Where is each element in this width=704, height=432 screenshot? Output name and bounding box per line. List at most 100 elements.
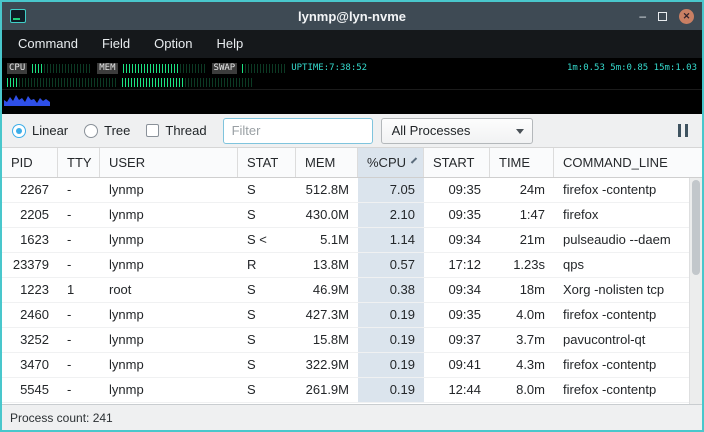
cell-time: 18m xyxy=(490,278,554,302)
column-header-tty[interactable]: TTY xyxy=(58,148,100,177)
cell-time: 1.23s xyxy=(490,253,554,277)
column-header-start[interactable]: START xyxy=(424,148,490,177)
cell-mem: 322.9M xyxy=(296,353,358,377)
cell-cpu: 0.57 xyxy=(358,253,424,277)
process-count-text: Process count: 241 xyxy=(10,411,113,425)
radio-linear-icon xyxy=(12,124,26,138)
cell-cpu: 0.19 xyxy=(358,328,424,352)
cell-stat: S xyxy=(238,378,296,402)
cell-mem: 15.8M xyxy=(296,328,358,352)
cell-cpu: 0.19 xyxy=(358,353,424,377)
monitor-row-2 xyxy=(2,75,702,89)
cell-tty: - xyxy=(58,228,100,252)
close-button[interactable]: ✕ xyxy=(679,9,694,24)
table-row[interactable]: 3252 - lynmp S 15.8M 0.19 09:37 3.7m pav… xyxy=(2,328,689,353)
cell-tty: - xyxy=(58,203,100,227)
table-row[interactable]: 2267 - lynmp S 512.8M 7.05 09:35 24m fir… xyxy=(2,178,689,203)
table-row[interactable]: 5545 - lynmp S 261.9M 0.19 12:44 8.0m fi… xyxy=(2,378,689,403)
column-header-mem[interactable]: MEM xyxy=(296,148,358,177)
cell-command-line: firefox -contentp xyxy=(554,353,689,377)
menu-option[interactable]: Option xyxy=(142,30,204,58)
vertical-scrollbar[interactable] xyxy=(689,178,702,404)
monitor-row-1: CPU MEM SWAP UPTIME:7:38:52 1m:0.53 5m:0… xyxy=(2,61,702,75)
cell-command-line: firefox -contentp xyxy=(554,303,689,327)
process-filter-value: All Processes xyxy=(392,123,471,138)
load-history-graph xyxy=(4,91,50,106)
radio-tree-label: Tree xyxy=(104,123,130,138)
column-header-pid[interactable]: PID xyxy=(2,148,58,177)
cpu-meter xyxy=(32,64,92,73)
radio-tree-icon xyxy=(84,124,98,138)
radio-linear[interactable]: Linear xyxy=(12,123,68,138)
cell-pid: 1623 xyxy=(2,228,58,252)
cell-pid: 2460 xyxy=(2,303,58,327)
filter-input[interactable] xyxy=(223,118,373,144)
cpu-meter-label: CPU xyxy=(7,63,27,74)
cell-pid: 3252 xyxy=(2,328,58,352)
checkbox-thread[interactable]: Thread xyxy=(146,123,206,138)
cell-cpu: 0.38 xyxy=(358,278,424,302)
radio-tree[interactable]: Tree xyxy=(84,123,130,138)
cell-time: 4.0m xyxy=(490,303,554,327)
system-monitor: CPU MEM SWAP UPTIME:7:38:52 1m:0.53 5m:0… xyxy=(2,58,702,114)
menu-command[interactable]: Command xyxy=(6,30,90,58)
checkbox-thread-label: Thread xyxy=(165,123,206,138)
menu-help[interactable]: Help xyxy=(204,30,255,58)
sort-descending-icon xyxy=(411,157,417,163)
cell-start: 17:12 xyxy=(424,253,490,277)
cell-stat: S xyxy=(238,328,296,352)
pause-icon xyxy=(685,124,688,137)
pause-icon xyxy=(678,124,681,137)
cell-command-line: pulseaudio --daem xyxy=(554,228,689,252)
table-row[interactable]: 1623 - lynmp S < 5.1M 1.14 09:34 21m pul… xyxy=(2,228,689,253)
load-graph-strip xyxy=(2,89,702,106)
uptime-text: UPTIME:7:38:52 xyxy=(291,63,367,73)
cell-mem: 46.9M xyxy=(296,278,358,302)
cell-command-line: pavucontrol-qt xyxy=(554,328,689,352)
restore-button[interactable] xyxy=(658,12,667,21)
cell-pid: 2267 xyxy=(2,178,58,202)
column-header-cpu[interactable]: %CPU xyxy=(358,148,424,177)
cell-user: lynmp xyxy=(100,328,238,352)
process-filter-select[interactable]: All Processes xyxy=(381,118,533,144)
pause-button[interactable] xyxy=(674,120,692,141)
column-header-cpu-label: %CPU xyxy=(367,148,406,177)
table-header: PID TTY USER STAT MEM %CPU START TIME CO… xyxy=(2,148,702,178)
cell-user: lynmp xyxy=(100,203,238,227)
column-header-user[interactable]: USER xyxy=(100,148,238,177)
cell-stat: S xyxy=(238,178,296,202)
window-title: lynmp@lyn-nvme xyxy=(2,9,702,24)
cell-cpu: 1.14 xyxy=(358,228,424,252)
cell-mem: 512.8M xyxy=(296,178,358,202)
cell-command-line: Xorg -nolisten tcp xyxy=(554,278,689,302)
cpu-history-meter xyxy=(7,78,117,87)
cell-tty: - xyxy=(58,353,100,377)
cell-command-line: firefox -contentp xyxy=(554,378,689,402)
cell-mem: 261.9M xyxy=(296,378,358,402)
mem-history-meter xyxy=(122,78,252,87)
column-header-stat[interactable]: STAT xyxy=(238,148,296,177)
menu-field[interactable]: Field xyxy=(90,30,142,58)
app-window: lynmp@lyn-nvme – ✕ Command Field Option … xyxy=(0,0,704,432)
table-row[interactable]: 1223 1 root S 46.9M 0.38 09:34 18m Xorg … xyxy=(2,278,689,303)
cell-user: lynmp xyxy=(100,228,238,252)
table-row[interactable]: 2205 - lynmp S 430.0M 2.10 09:35 1:47 fi… xyxy=(2,203,689,228)
cell-mem: 5.1M xyxy=(296,228,358,252)
cell-user: root xyxy=(100,278,238,302)
minimize-button[interactable]: – xyxy=(639,9,646,23)
statusbar: Process count: 241 xyxy=(2,404,702,430)
column-header-command-line[interactable]: COMMAND_LINE xyxy=(554,148,702,177)
swap-meter-label: SWAP xyxy=(212,63,238,74)
column-header-time[interactable]: TIME xyxy=(490,148,554,177)
cell-time: 4.3m xyxy=(490,353,554,377)
titlebar: lynmp@lyn-nvme – ✕ xyxy=(2,2,702,30)
scrollbar-thumb[interactable] xyxy=(692,180,700,275)
table-row[interactable]: 2460 - lynmp S 427.3M 0.19 09:35 4.0m fi… xyxy=(2,303,689,328)
cell-mem: 427.3M xyxy=(296,303,358,327)
controls-bar: Linear Tree Thread All Processes xyxy=(2,114,702,148)
swap-meter xyxy=(242,64,286,73)
cell-tty: - xyxy=(58,328,100,352)
table-row[interactable]: 3470 - lynmp S 322.9M 0.19 09:41 4.3m fi… xyxy=(2,353,689,378)
table-row[interactable]: 23379 - lynmp R 13.8M 0.57 17:12 1.23s q… xyxy=(2,253,689,278)
cell-stat: R xyxy=(238,253,296,277)
